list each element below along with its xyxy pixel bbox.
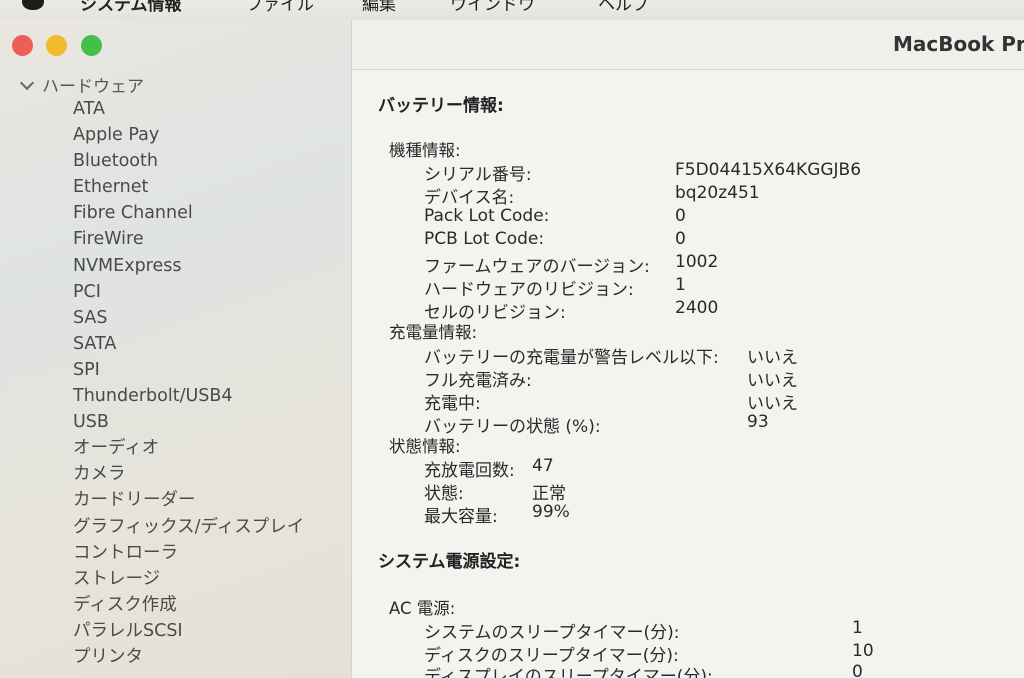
sidebar-item-bluetooth[interactable]: Bluetooth <box>73 150 304 176</box>
serial-label: シリアル番号: <box>424 165 532 185</box>
cycle-count-value: 47 <box>532 456 554 476</box>
low-warning-label: バッテリーの充電量が警告レベル以下: <box>424 348 719 368</box>
battery-info-heading: バッテリー情報: <box>378 96 504 116</box>
charging-label: 充電中: <box>424 394 481 414</box>
serial-value: F5D04415X64KGGJB6 <box>675 160 862 180</box>
apple-logo-icon[interactable] <box>22 0 44 10</box>
device-label: デバイス名: <box>424 188 515 208</box>
sidebar-item-parallel-scsi[interactable]: パラレルSCSI <box>73 620 304 646</box>
condition-label: 状態: <box>424 484 464 504</box>
display-sleep-label: ディスプレイのスリープタイマー(分): <box>424 667 713 678</box>
fully-charged-value: いいえ <box>747 371 798 391</box>
pcb-lot-value: 0 <box>675 229 686 249</box>
condition-value: 正常 <box>532 484 566 504</box>
menu-window[interactable]: ウインドウ <box>450 0 535 15</box>
menu-edit[interactable]: 編集 <box>362 0 396 15</box>
window-title: MacBook Pr <box>893 32 1024 56</box>
hardware-rev-label: ハードウェアのリビジョン: <box>424 280 634 300</box>
zoom-window-button[interactable] <box>81 35 102 56</box>
display-sleep-value: 0 <box>852 662 863 678</box>
cell-rev-value: 2400 <box>675 298 719 318</box>
menu-bar: システム情報 ファイル 編集 ウインドウ ヘルプ <box>0 0 1024 20</box>
menu-file[interactable]: ファイル <box>246 0 314 15</box>
firmware-value: 1002 <box>675 252 719 272</box>
low-warning-value: いいえ <box>747 348 798 368</box>
max-capacity-label: 最大容量: <box>424 507 498 527</box>
sidebar-item-card-reader[interactable]: カードリーダー <box>73 489 304 515</box>
sidebar-item-camera[interactable]: カメラ <box>73 463 304 489</box>
cycle-count-label: 充放電回数: <box>424 461 515 481</box>
sidebar-item-controller[interactable]: コントローラ <box>73 542 304 568</box>
disk-sleep-value: 10 <box>852 641 874 661</box>
sidebar-item-apple-pay[interactable]: Apple Pay <box>73 124 304 150</box>
sidebar-list: ATA Apple Pay Bluetooth Ethernet Fibre C… <box>73 98 304 672</box>
ac-power-label: AC 電源: <box>389 599 456 618</box>
model-info-label: 機種情報: <box>389 141 461 160</box>
sidebar-item-thunderbolt[interactable]: Thunderbolt/USB4 <box>73 385 304 411</box>
sidebar-item-printer[interactable]: プリンタ <box>73 646 304 672</box>
firmware-label: ファームウェアのバージョン: <box>424 257 650 277</box>
charge-info-label: 充電量情報: <box>389 323 478 342</box>
power-settings-heading: システム電源設定: <box>378 552 521 572</box>
sidebar: ハードウェア ATA Apple Pay Bluetooth Ethernet … <box>0 20 352 678</box>
sidebar-item-spi[interactable]: SPI <box>73 359 304 385</box>
chevron-down-icon <box>19 75 35 91</box>
sidebar-item-disc-burning[interactable]: ディスク作成 <box>73 594 304 620</box>
system-sleep-label: システムのスリープタイマー(分): <box>424 623 680 643</box>
device-value: bq20z451 <box>675 183 760 203</box>
window-titlebar: MacBook Pr <box>352 20 1024 70</box>
sidebar-item-pci[interactable]: PCI <box>73 281 304 307</box>
sidebar-item-sata[interactable]: SATA <box>73 333 304 359</box>
sidebar-item-firewire[interactable]: FireWire <box>73 228 304 254</box>
menu-help[interactable]: ヘルプ <box>598 0 649 15</box>
sidebar-item-nvmexpress[interactable]: NVMExpress <box>73 255 304 281</box>
minimize-window-button[interactable] <box>46 35 67 56</box>
health-info-label: 状態情報: <box>389 437 461 456</box>
sidebar-item-graphics-display[interactable]: グラフィックス/ディスプレイ <box>73 516 304 542</box>
max-capacity-value: 99% <box>532 502 570 522</box>
system-sleep-value: 1 <box>852 618 863 638</box>
pack-lot-label: Pack Lot Code: <box>424 206 550 226</box>
sidebar-item-audio[interactable]: オーディオ <box>73 437 304 463</box>
sidebar-item-ata[interactable]: ATA <box>73 98 304 124</box>
sidebar-item-sas[interactable]: SAS <box>73 307 304 333</box>
menu-app-name[interactable]: システム情報 <box>80 0 182 15</box>
sidebar-item-storage[interactable]: ストレージ <box>73 568 304 594</box>
sidebar-section-label: ハードウェア <box>42 77 144 97</box>
sidebar-section-hardware[interactable]: ハードウェア <box>19 72 144 97</box>
sidebar-item-usb[interactable]: USB <box>73 411 304 437</box>
sidebar-item-fibre-channel[interactable]: Fibre Channel <box>73 202 304 228</box>
pcb-lot-label: PCB Lot Code: <box>424 229 545 249</box>
close-window-button[interactable] <box>12 35 33 56</box>
charging-value: いいえ <box>747 394 798 414</box>
battery-state-value: 93 <box>747 412 769 432</box>
pack-lot-value: 0 <box>675 206 686 226</box>
sidebar-item-ethernet[interactable]: Ethernet <box>73 176 304 202</box>
fully-charged-label: フル充電済み: <box>424 371 532 391</box>
hardware-rev-value: 1 <box>675 275 686 295</box>
detail-pane: バッテリー情報: 機種情報: シリアル番号: F5D04415X64KGGJB6… <box>352 71 1024 678</box>
